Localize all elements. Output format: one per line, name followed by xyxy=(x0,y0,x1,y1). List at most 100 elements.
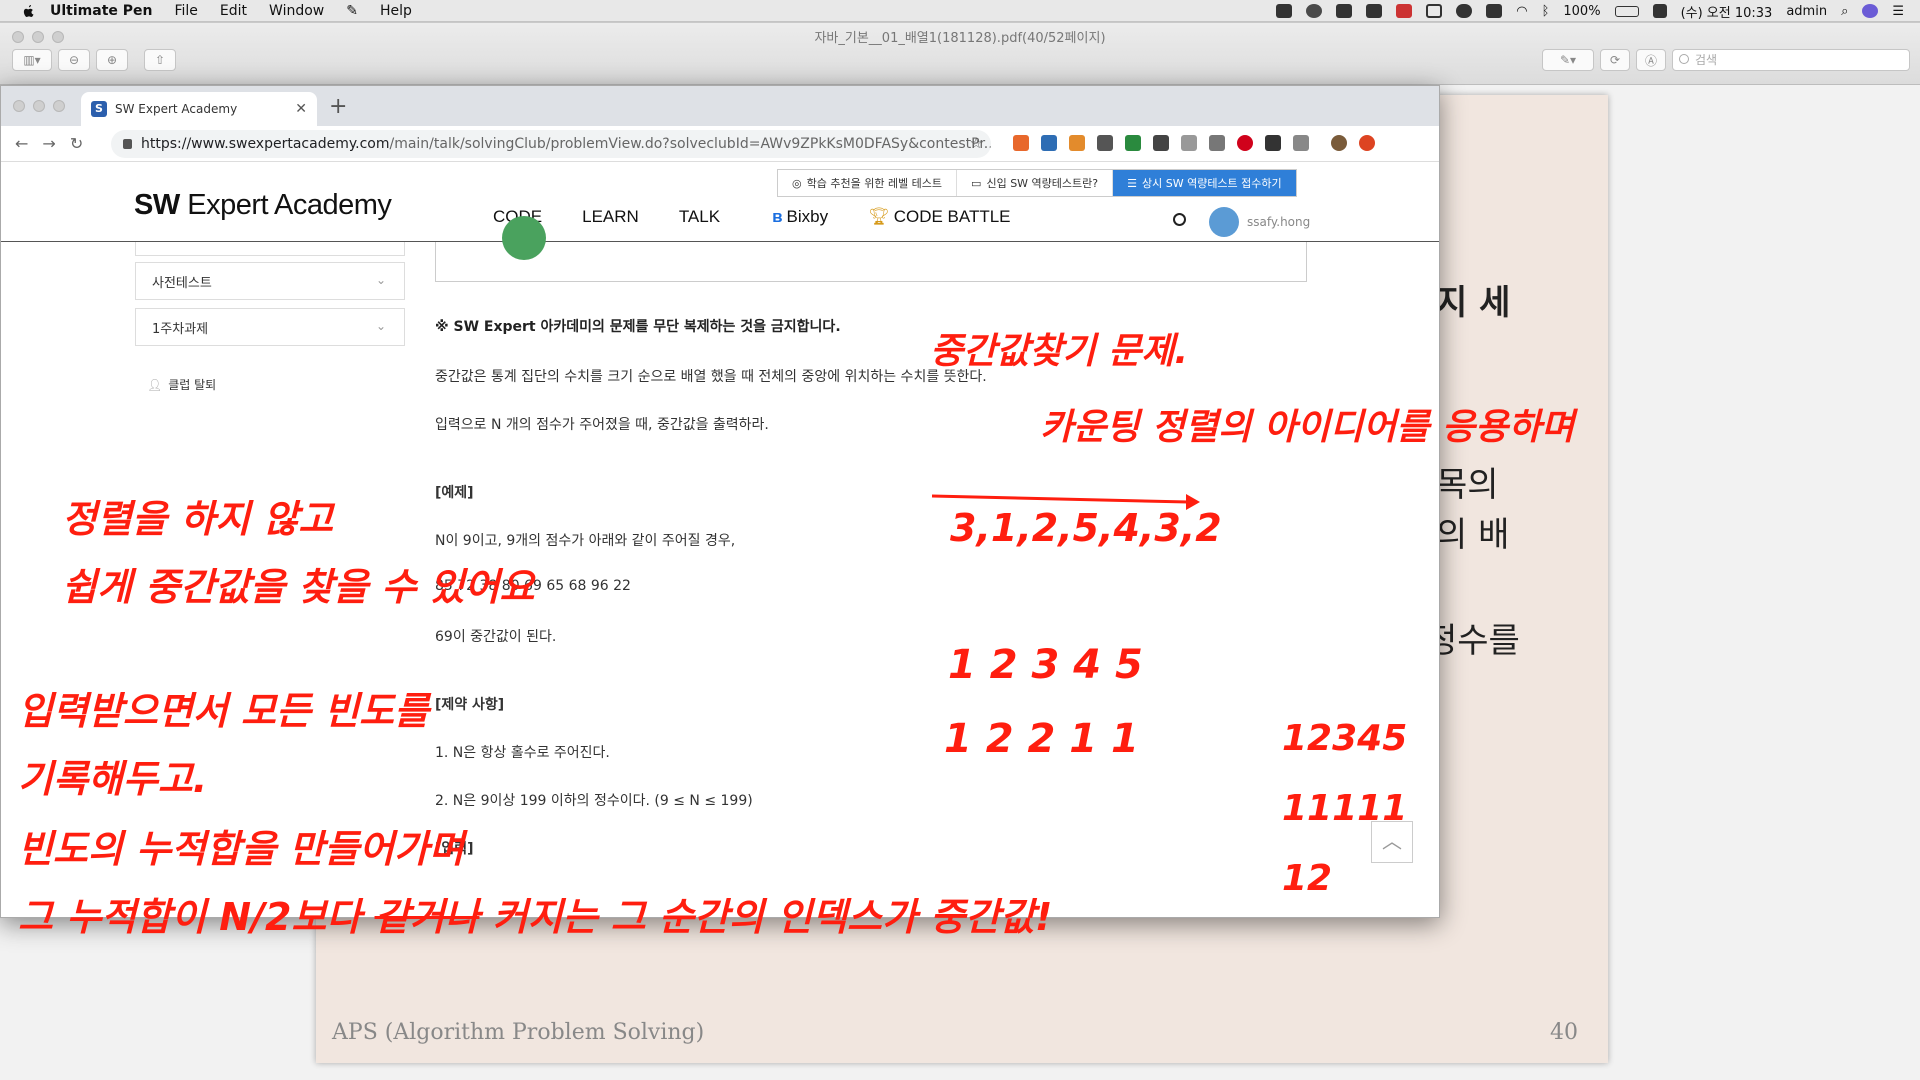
site-logo[interactable]: SW Expert Academy xyxy=(134,189,392,222)
username[interactable]: ssafy.hong xyxy=(1247,215,1310,229)
logo-bold: SW xyxy=(134,189,180,221)
zoom-icon[interactable] xyxy=(53,100,65,112)
metamask-icon[interactable] xyxy=(1069,135,1085,151)
mac-menubar: Ultimate Pen File Edit Window ✎ Help ◠ ᛒ… xyxy=(0,0,1920,22)
register-test-button[interactable]: ☰ 상시 SW 역량테스트 접수하기 xyxy=(1113,170,1296,196)
wifi-icon[interactable]: ◠ xyxy=(1516,4,1527,19)
zoom-in-icon[interactable]: ⊕ xyxy=(96,49,128,71)
extension-dark-icon[interactable] xyxy=(1265,135,1281,151)
pen-icon[interactable]: ✎ xyxy=(346,3,358,19)
top-button-group: ◎ 학습 추천을 위한 레벨 테스트 ▭ 신입 SW 역량테스트란? ☰ 상시 SW … xyxy=(777,169,1297,197)
minimize-icon[interactable] xyxy=(33,100,45,112)
level-test-label: 학습 추천을 위한 레벨 테스트 xyxy=(806,177,943,190)
nav-code-battle[interactable]: 🏆︎ CODE BATTLE xyxy=(868,207,1010,227)
ml-icon[interactable] xyxy=(1336,4,1353,18)
tab-sw-expert-academy[interactable]: S SW Expert Academy ✕ xyxy=(81,92,317,126)
pdf-title: 자바_기본__01_배열1(181128).pdf(40/52페이지) xyxy=(814,31,1106,46)
problem-header-box xyxy=(435,216,1307,282)
menu-file[interactable]: File xyxy=(174,3,197,19)
tab-strip: S SW Expert Academy ✕ + xyxy=(1,86,1439,126)
share-icon[interactable]: ⇧ xyxy=(144,49,176,71)
new-tab-icon[interactable]: + xyxy=(329,94,347,119)
download-icon[interactable] xyxy=(1209,135,1225,151)
pdf-titlebar: 자바_기본__01_배열1(181128).pdf(40/52페이지) ▥▾ ⊖… xyxy=(0,23,1920,85)
user-name[interactable]: admin xyxy=(1786,4,1827,19)
sidebar-item-pretest[interactable]: 사전테스트 ⌄ xyxy=(135,262,405,300)
level-test-button[interactable]: ◎ 학습 추천을 위한 레벨 테스트 xyxy=(778,170,958,196)
tab-close-icon[interactable]: ✕ xyxy=(295,101,307,117)
rotate-icon[interactable]: ⟳ xyxy=(1600,49,1630,71)
nav-talk[interactable]: TALK xyxy=(679,207,720,227)
adblock-icon[interactable] xyxy=(1237,135,1253,151)
bookmark-star-icon[interactable]: ☆ xyxy=(970,134,983,152)
spotlight-icon[interactable]: ⌕ xyxy=(1841,4,1848,19)
extension-c-icon[interactable] xyxy=(1097,135,1113,151)
extension-s-icon[interactable] xyxy=(1125,135,1141,151)
input-source-icon[interactable] xyxy=(1652,4,1667,18)
url-field[interactable]: https://www.swexpertacademy.com/main/tal… xyxy=(111,130,991,158)
menu-edit[interactable]: Edit xyxy=(220,3,247,19)
bixby-icon: ʙ xyxy=(772,207,783,226)
siri-icon[interactable] xyxy=(1862,4,1879,18)
tab-title: SW Expert Academy xyxy=(115,102,238,116)
extension-i-icon[interactable] xyxy=(1153,135,1169,151)
status-area: ◠ ᛒ 100% (수) 오전 10:33 admin ⌕ ☰ xyxy=(1276,0,1904,22)
menu-window[interactable]: Window xyxy=(269,3,324,19)
menu-app-name[interactable]: Ultimate Pen xyxy=(50,3,152,19)
update-icon[interactable] xyxy=(1359,135,1375,151)
bluetooth-icon[interactable]: ᛒ xyxy=(1542,4,1550,19)
annotation-index-row: 1 2 3 4 5 xyxy=(948,642,1143,688)
annotation-keep: 기록해두고. xyxy=(18,757,208,801)
constraint-2: 2. N은 9이상 199 이하의 정수이다. (9 ≤ N ≤ 199) xyxy=(435,793,753,809)
menu-help[interactable]: Help xyxy=(380,3,412,19)
record-icon[interactable] xyxy=(1396,4,1413,18)
close-icon[interactable] xyxy=(13,100,25,112)
new-sw-test-button[interactable]: ▭ 신입 SW 역량테스트란? xyxy=(957,170,1114,196)
reload-icon[interactable]: ↻ xyxy=(70,134,83,153)
markup-icon[interactable]: ✎▾ xyxy=(1542,49,1594,71)
nav-bixby[interactable]: ʙ Bixby xyxy=(772,207,828,227)
zoom-out-icon[interactable]: ⊖ xyxy=(58,49,90,71)
extension-2-icon[interactable] xyxy=(1041,135,1057,151)
search-icon[interactable] xyxy=(1173,213,1186,226)
cloud-icon[interactable] xyxy=(1456,4,1473,18)
sidebar-item-week1[interactable]: 1주차과제 ⌄ xyxy=(135,308,405,346)
forward-icon[interactable]: → xyxy=(42,134,55,153)
notification-center-icon[interactable]: ☰ xyxy=(1892,4,1904,19)
display-icon[interactable] xyxy=(1486,4,1503,18)
copyright-warning: ※ SW Expert 아카데미의 문제를 무단 복제하는 것을 금지합니다. xyxy=(435,319,841,335)
annotation-conclusion: 그 누적합이 N/2보다 같거나 커지는 그 순간의 인덱스가 중간값! xyxy=(18,886,1052,941)
nav-learn[interactable]: LEARN xyxy=(582,207,639,227)
sidebar-toggle-icon[interactable]: ▥▾ xyxy=(12,49,52,71)
dropbox-icon[interactable] xyxy=(1276,4,1293,18)
sidebar-item-partial[interactable] xyxy=(135,242,405,256)
annotation-counting-sort: 카운팅 정렬의 아이디어를 응용하며 xyxy=(1040,407,1575,448)
lock-icon xyxy=(123,139,132,149)
new-sw-test-label: 신입 SW 역량테스트란? xyxy=(986,177,1099,190)
annotation-cumulative: 빈도의 누적합을 만들어가며 xyxy=(18,827,464,871)
page-heading-fragment: 지 세 xyxy=(1436,283,1511,323)
example-description: N이 9이고, 9개의 점수가 아래와 같이 주어질 경우, xyxy=(435,533,736,549)
apple-icon[interactable] xyxy=(20,3,36,19)
pdf-search-input[interactable]: 검색 xyxy=(1672,49,1910,71)
battery-icon[interactable] xyxy=(1614,5,1639,17)
line-icon[interactable] xyxy=(1306,4,1323,18)
clock[interactable]: (수) 오전 10:33 xyxy=(1681,2,1773,21)
chevron-down-icon: ⌄ xyxy=(375,273,386,287)
extension-v-icon[interactable] xyxy=(1293,135,1309,151)
sidebar: 사전테스트 ⌄ 1주차과제 ⌄ 👤︎ 클럽 탈퇴 xyxy=(135,242,407,393)
back-icon[interactable]: ← xyxy=(15,134,28,153)
constraint-1: 1. N은 항상 홀수로 주어진다. xyxy=(435,745,610,761)
avatar[interactable] xyxy=(1209,207,1239,237)
chevron-down-icon: ⌄ xyxy=(375,319,386,333)
page-text-fragment-3: 정수를 xyxy=(1426,621,1520,661)
club-leave-link[interactable]: 👤︎ 클럽 탈퇴 xyxy=(147,376,407,393)
pdf-toolbar-right: ✎▾ ⟳ Ⓐ 검색 xyxy=(1542,49,1910,71)
d-icon[interactable] xyxy=(1426,4,1443,18)
extension-1-icon[interactable] xyxy=(1013,135,1029,151)
app-icon[interactable] xyxy=(1366,4,1383,18)
annotate-icon[interactable]: Ⓐ xyxy=(1636,49,1666,71)
profile-avatar[interactable] xyxy=(1331,135,1347,151)
logo-text: Expert Academy xyxy=(179,189,392,221)
extension-screen-icon[interactable] xyxy=(1181,135,1197,151)
